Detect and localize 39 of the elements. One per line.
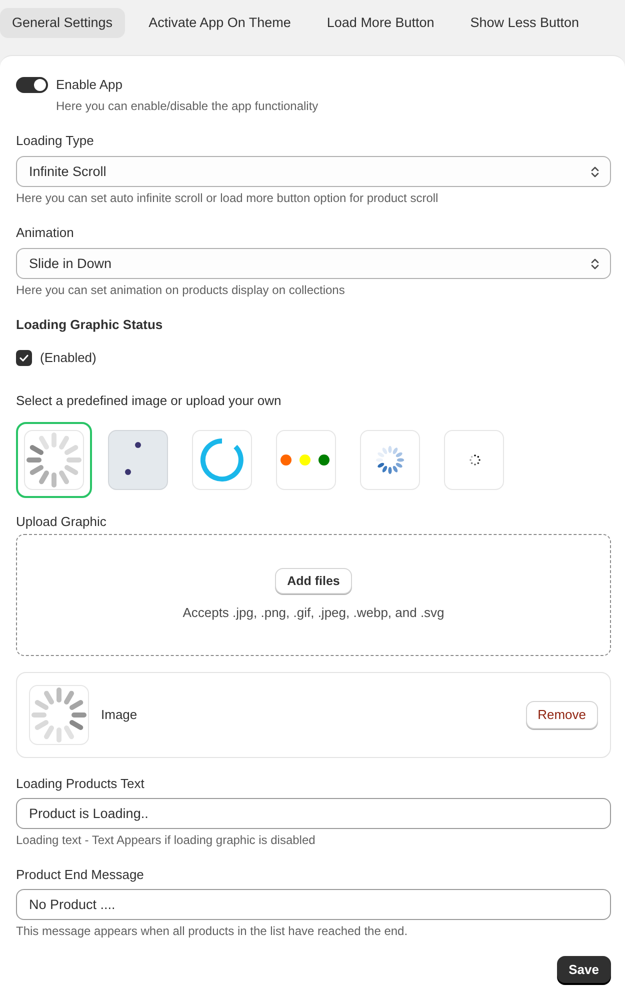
checkbox-label: (Enabled) xyxy=(40,349,96,367)
checkbox[interactable] xyxy=(16,350,32,366)
loading-type-select[interactable]: Infinite Scroll xyxy=(16,156,611,187)
remove-button[interactable]: Remove xyxy=(526,701,598,729)
settings-tab[interactable]: Show Less Button xyxy=(458,8,592,38)
section-heading: Loading Graphic Status xyxy=(16,316,164,334)
image-option[interactable] xyxy=(16,422,92,498)
field-label: Select a predefined image or upload your own xyxy=(16,392,282,410)
save-button[interactable]: Save xyxy=(556,956,611,983)
file-drop-zone[interactable]: Add files Accepts .jpg, .png, .gif, .jpeg, .webp, and .svg xyxy=(16,534,611,656)
ring-icon xyxy=(192,430,252,490)
help-text: Here you can enable/disable the app functionality xyxy=(56,98,320,115)
file-name: Image xyxy=(101,706,138,724)
up-down-chevron-icon xyxy=(590,164,600,178)
up-down-chevron-icon xyxy=(590,256,600,270)
help-text: Here you can set auto infinite scroll or load more button option for product scroll xyxy=(16,190,440,207)
loading-text-input[interactable]: Product is Loading.. xyxy=(16,798,611,829)
settings-tab[interactable]: General Settings xyxy=(0,8,125,38)
help-text: Loading text - Text Appears if loading graphic is disabled xyxy=(16,832,316,849)
animation-select[interactable]: Slide in Down xyxy=(16,248,611,279)
field-label: Loading Products Text xyxy=(16,775,146,793)
field-label: Upload Graphic xyxy=(16,513,108,531)
two-dots-icon xyxy=(108,430,168,490)
toggle-label: Enable App xyxy=(56,76,123,94)
enable-toggle[interactable] xyxy=(16,77,48,93)
three-dots-icon xyxy=(276,430,336,490)
spinner-icon xyxy=(24,430,84,490)
settings-tab[interactable]: Activate App On Theme xyxy=(136,8,303,38)
settings-tab[interactable]: Load More Button xyxy=(314,8,446,38)
field-label: Animation xyxy=(16,224,75,242)
help-text: This message appears when all products in the list have reached the end. xyxy=(16,923,409,940)
spinner-thumbnail-icon xyxy=(29,685,89,745)
field-label: Loading Type xyxy=(16,132,95,150)
help-text: Here you can set animation on products display on collections xyxy=(16,282,346,299)
field-label: Product End Message xyxy=(16,866,145,884)
hint-text: Accepts .jpg, .png, .gif, .jpeg, .webp, and .svg xyxy=(182,604,444,622)
spinner-icon xyxy=(360,430,420,490)
add-files-button[interactable]: Add files xyxy=(275,568,352,594)
end-message-input[interactable]: No Product .... xyxy=(16,889,611,920)
